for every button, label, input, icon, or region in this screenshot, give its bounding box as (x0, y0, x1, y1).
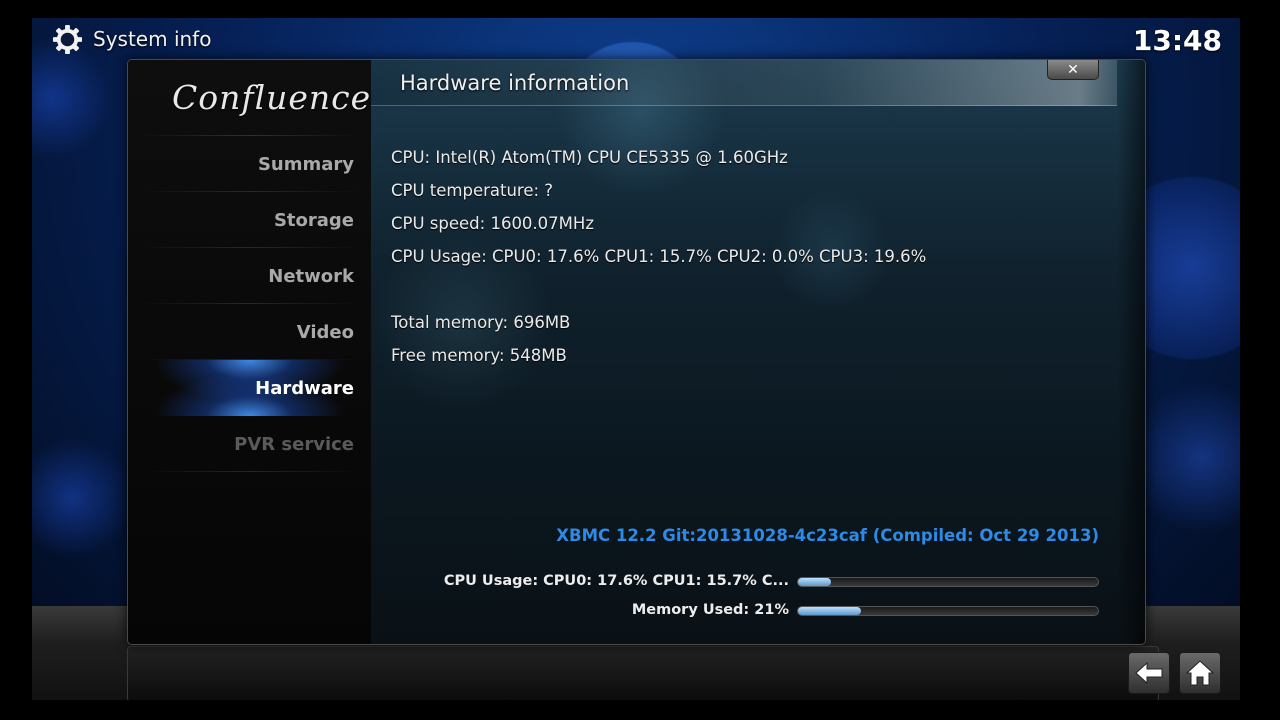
sidebar-item-label: Storage (273, 210, 354, 231)
sidebar-item-network[interactable]: Network (128, 248, 371, 304)
back-arrow-icon (1135, 661, 1163, 685)
bottom-panel (127, 646, 1159, 700)
info-line-cpu-usage: CPU Usage: CPU0: 17.6% CPU1: 15.7% CPU2:… (391, 247, 927, 266)
page-title: Hardware information (400, 71, 630, 95)
memory-used-label: Memory Used: 21% (631, 602, 789, 618)
cpu-usage-bar (797, 577, 1099, 587)
sidebar-item-label: Summary (257, 154, 354, 175)
window-title: System info (93, 27, 212, 51)
sidebar-item-label: Hardware (255, 378, 354, 399)
info-line-cpu: CPU: Intel(R) Atom(TM) CPU CE5335 @ 1.60… (391, 148, 788, 167)
scroll-shadow (1117, 60, 1145, 644)
sidebar: Confluence Summary Storage Network Video… (128, 60, 371, 644)
memory-used-bar-fill (798, 607, 861, 615)
sidebar-item-label: PVR service (234, 434, 354, 455)
content-panel: Hardware information CPU: Intel(R) Atom(… (371, 60, 1145, 644)
close-button[interactable]: ✕ (1047, 60, 1099, 80)
sidebar-item-hardware[interactable]: Hardware (128, 360, 371, 416)
clock: 13:48 (1132, 24, 1222, 57)
home-icon (1185, 660, 1215, 686)
info-line-cpu-temperature: CPU temperature: ? (391, 181, 554, 200)
confluence-logo: Confluence (172, 78, 372, 117)
system-info-dialog: Confluence Summary Storage Network Video… (127, 59, 1146, 645)
sidebar-item-summary[interactable]: Summary (128, 136, 371, 192)
sidebar-item-pvr-service[interactable]: PVR service (128, 416, 371, 472)
content-header: Hardware information (371, 60, 1117, 106)
home-button[interactable] (1179, 652, 1221, 694)
gear-icon (52, 24, 83, 55)
cpu-usage-bar-fill (798, 578, 831, 586)
sidebar-item-storage[interactable]: Storage (128, 192, 371, 248)
sidebar-item-label: Network (268, 266, 354, 287)
info-line-free-memory: Free memory: 548MB (391, 346, 567, 365)
back-button[interactable] (1128, 652, 1170, 694)
build-version: XBMC 12.2 Git:20131028-4c23caf (Compiled… (556, 526, 1099, 545)
cpu-usage-label: CPU Usage: CPU0: 17.6% CPU1: 15.7% C... (443, 573, 789, 589)
info-line-cpu-speed: CPU speed: 1600.07MHz (391, 214, 594, 233)
close-icon: ✕ (1067, 61, 1079, 78)
memory-used-bar (797, 606, 1099, 616)
sidebar-item-label: Video (296, 322, 354, 343)
divider (140, 471, 360, 472)
sidebar-item-video[interactable]: Video (128, 304, 371, 360)
info-line-total-memory: Total memory: 696MB (391, 313, 571, 332)
